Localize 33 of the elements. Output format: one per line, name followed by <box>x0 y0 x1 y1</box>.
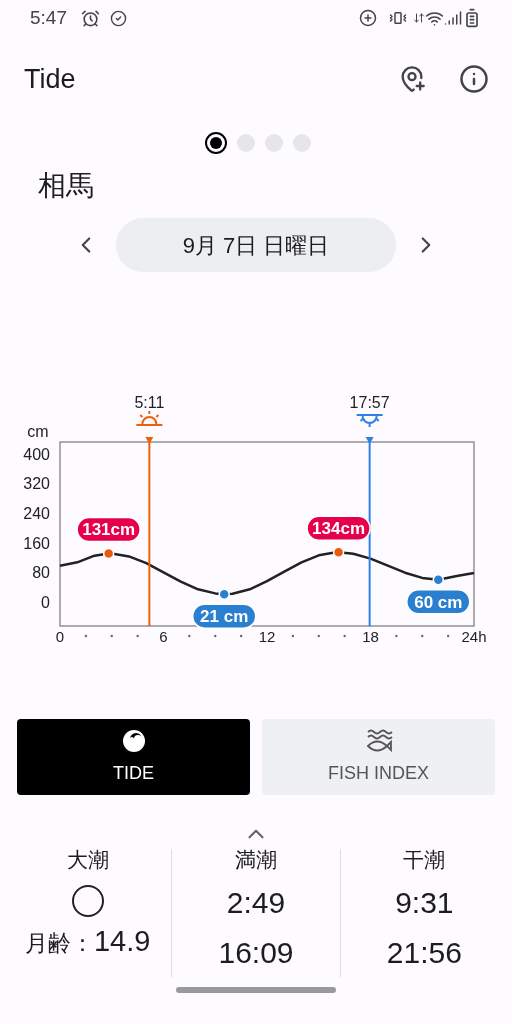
tide-time: 2:49 <box>226 885 286 921</box>
x-tick-label: 18 <box>362 628 379 645</box>
low-tide-badge: 60 cm <box>406 588 471 615</box>
high-tide-badge: 134cm <box>306 515 371 542</box>
axis-unit: cm <box>27 423 49 440</box>
annotation: 60 cm <box>414 592 463 612</box>
tide-time: 9:31 <box>395 885 454 921</box>
summary-title: 大潮 <box>66 847 109 873</box>
high-tide-badge: 131cm <box>76 516 141 543</box>
annotation: 21 cm <box>200 607 249 627</box>
low-tide-badge: 21 cm <box>191 603 257 629</box>
y-tick-label: 80 <box>32 564 50 582</box>
x-tick-label: 12 <box>258 628 276 645</box>
y-tick-label: 0 <box>41 593 50 611</box>
y-tick-label: 320 <box>23 475 50 493</box>
annotation: 134cm <box>312 519 366 539</box>
sun-time-label: 17:57 <box>349 394 390 411</box>
tide-time: 21:56 <box>386 935 462 971</box>
summary-title: 満潮 <box>235 847 277 873</box>
status-time: 5:47 <box>30 5 67 30</box>
summary-title: 干潮 <box>403 847 446 873</box>
annotation: 131cm <box>82 520 136 540</box>
app-title: Tide <box>24 62 77 96</box>
y-tick-label: 160 <box>23 534 50 552</box>
tide-time: 16:09 <box>218 935 294 971</box>
moon-age: 月齢：14.9 <box>24 924 151 959</box>
x-tick-label: 6 <box>159 628 168 645</box>
y-tick-label: 240 <box>23 505 50 523</box>
location-name: 相馬 <box>38 169 94 203</box>
x-tick-label: 24h <box>461 628 487 645</box>
x-tick-label: 0 <box>55 628 65 645</box>
y-tick-label: 400 <box>23 445 50 463</box>
sun-time-label: 5:11 <box>134 394 165 411</box>
